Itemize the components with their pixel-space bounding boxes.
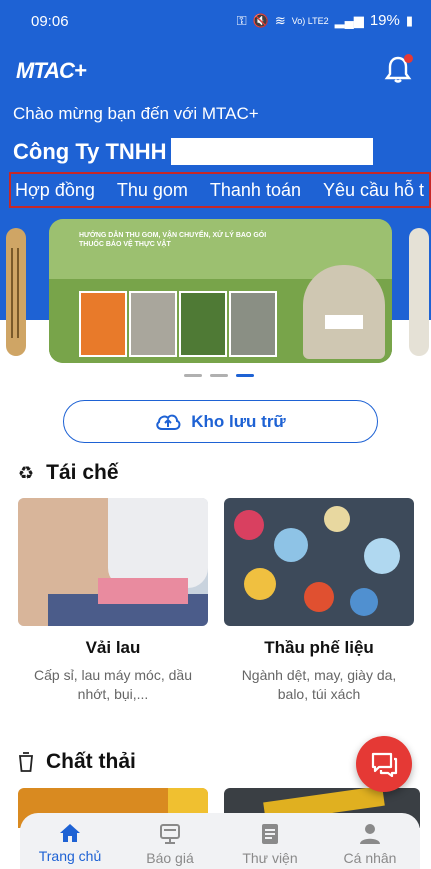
company-name-redacted [170, 138, 373, 165]
banner-photo-tank [229, 291, 277, 357]
quote-board-icon [160, 824, 180, 844]
nav-profile[interactable]: Cá nhân [320, 813, 420, 869]
tab-collection[interactable]: Thu gom [113, 180, 192, 201]
card-description-line: balo, túi xách [277, 686, 361, 702]
banner-warning-sign [325, 315, 363, 329]
chat-fab[interactable] [356, 736, 412, 792]
banner-photo-basin [129, 291, 177, 357]
wifi-icon: ≋ [274, 12, 286, 28]
storage-button-label: Kho lưu trữ [191, 411, 286, 431]
mute-icon: 🔇 [252, 12, 269, 28]
waste-section-header: Chất thải [18, 750, 136, 774]
notification-dot [404, 54, 413, 63]
card-description-line: nhớt, bụi,... [77, 686, 149, 702]
recycle-card-scrap[interactable]: Thầu phế liệu Ngành dệt, may, giày da, b… [224, 498, 414, 704]
nav-home[interactable]: Trang chủ [20, 813, 120, 869]
trash-bin-icon [19, 752, 33, 772]
person-icon [360, 824, 380, 844]
tab-contract[interactable]: Hợp đồng [11, 180, 99, 201]
banner-next-slide[interactable] [409, 228, 429, 356]
card-title: Thầu phế liệu [264, 638, 374, 657]
cloud-upload-icon [156, 414, 181, 430]
nav-label: Trang chủ [38, 848, 102, 864]
app-header: MTAC+ [0, 44, 431, 96]
banner-concrete-pit [303, 265, 385, 359]
status-icons: ⚿ 🔇 ≋ Vo) LTE2 ▂▄▆ 19% ▮ [237, 12, 413, 29]
card-description-line: Ngành dệt, may, giày da, [241, 667, 397, 683]
nav-library[interactable]: Thư viện [220, 813, 320, 869]
recycle-section-header: ♻ Tái chế [18, 461, 119, 485]
card-description: Ngành dệt, may, giày da, balo, túi xách [224, 666, 414, 704]
company-row: Công Ty TNHH [13, 138, 373, 165]
carousel-dot-active[interactable] [236, 374, 254, 377]
waste-section-title: Chất thải [46, 750, 136, 773]
nav-label: Cá nhân [343, 850, 397, 866]
banner-photo-bin [79, 291, 127, 357]
card-image-scrap [224, 498, 414, 626]
recycle-icon: ♻ [18, 462, 35, 483]
chat-icon [371, 752, 398, 777]
card-title: Vải lau [85, 638, 141, 657]
nav-quote[interactable]: Báo giá [120, 813, 220, 869]
key-icon: ⚿ [236, 12, 247, 28]
nav-label: Báo giá [146, 850, 194, 866]
recycle-section-title: Tái chế [46, 461, 119, 484]
carousel-dot[interactable] [210, 374, 228, 377]
nav-label: Thư viện [242, 850, 298, 866]
storage-button[interactable]: Kho lưu trữ [63, 400, 378, 443]
bell-icon[interactable] [383, 54, 413, 84]
status-bar: 09:06 ⚿ 🔇 ≋ Vo) LTE2 ▂▄▆ 19% ▮ [0, 0, 431, 44]
banner-photo-plants [179, 291, 227, 357]
carousel-dot[interactable] [184, 374, 202, 377]
banner-title: HƯỚNG DẪN THU GOM, VẬN CHUYỂN, XỬ LÝ BAO… [79, 232, 267, 248]
banner-slide[interactable]: HƯỚNG DẪN THU GOM, VẬN CHUYỂN, XỬ LÝ BAO… [49, 219, 392, 363]
welcome-text: Chào mừng bạn đến với MTAC+ [13, 104, 259, 123]
app-logo: MTAC+ [16, 58, 87, 83]
banner-previous-slide[interactable] [6, 228, 26, 356]
card-description: Cấp sỉ, lau máy móc, dầu nhớt, bụi,... [18, 666, 208, 704]
bottom-navigation: Trang chủ Báo giá Thư viện Cá nhân [20, 813, 420, 869]
card-image-cloth [18, 498, 208, 626]
library-icon [262, 824, 278, 844]
battery-icon: ▮ [405, 12, 413, 28]
recycle-card-wiping-cloth[interactable]: Vải lau Cấp sỉ, lau máy móc, dầu nhớt, b… [18, 498, 208, 704]
battery-level: 19% [369, 12, 400, 29]
home-icon [60, 824, 80, 842]
quick-tabs: Hợp đồng Thu gom Thanh toán Yêu cầu hỗ t [9, 172, 431, 208]
status-time: 09:06 [31, 13, 69, 30]
carousel-indicator [184, 374, 254, 377]
signal-icon: ▂▄▆ [334, 12, 364, 28]
tab-support-request[interactable]: Yêu cầu hỗ t [319, 180, 428, 201]
tab-payment[interactable]: Thanh toán [206, 180, 305, 201]
card-description-line: Cấp sỉ, lau máy móc, dầu [34, 667, 192, 683]
company-name: Công Ty TNHH [13, 138, 167, 164]
network-label: Vo) LTE2 [291, 15, 329, 26]
